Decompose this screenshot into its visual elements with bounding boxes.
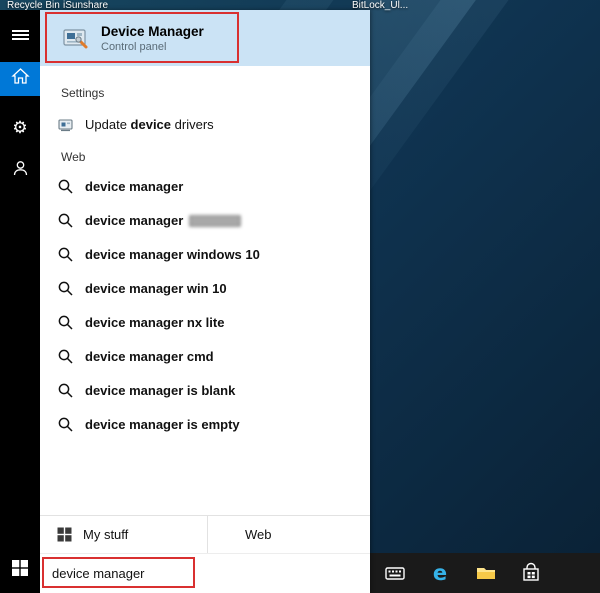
windows-logo-icon (11, 559, 29, 582)
person-icon (11, 159, 30, 183)
windows-store-icon[interactable] (519, 561, 543, 585)
sidebar-item-home[interactable] (0, 62, 40, 96)
settings-result-update-drivers[interactable]: Update device drivers (40, 108, 370, 140)
web-section-header: Web (61, 150, 85, 164)
search-icon (57, 314, 74, 331)
hamburger-menu-button[interactable] (0, 18, 40, 52)
search-icon (57, 348, 74, 365)
search-box (40, 553, 370, 593)
edge-browser-icon[interactable]: e (428, 561, 452, 585)
search-results-panel: Device Manager Control panel Settings Up… (40, 10, 370, 593)
start-button[interactable] (0, 553, 40, 587)
web-suggestion[interactable]: device manager (40, 170, 370, 202)
search-icon (57, 246, 74, 263)
sidebar-item-settings[interactable]: ⚙ (0, 110, 40, 144)
best-match-result[interactable]: Device Manager Control panel (40, 10, 370, 66)
windows-logo-icon (57, 527, 72, 542)
web-suggestion[interactable]: device manager cmd (40, 340, 370, 372)
search-scope-bar: My stuff Web (40, 515, 370, 553)
web-suggestion[interactable]: device manager windows 10 (40, 238, 370, 270)
web-suggestion[interactable]: device manager is empty (40, 408, 370, 440)
driver-update-icon (57, 116, 74, 133)
start-menu-sidebar: ⚙ (0, 10, 40, 593)
web-suggestion[interactable]: device manager win 10 (40, 272, 370, 304)
search-icon (57, 178, 74, 195)
my-stuff-button[interactable]: My stuff (40, 516, 207, 553)
web-suggestion[interactable]: device manager (40, 204, 370, 236)
settings-section-header: Settings (61, 86, 104, 100)
best-match-subtitle: Control panel (101, 41, 204, 53)
web-scope-button[interactable]: Web (207, 516, 370, 553)
web-suggestion[interactable]: device manager is blank (40, 374, 370, 406)
search-icon (57, 382, 74, 399)
touch-keyboard-icon[interactable] (383, 561, 407, 585)
gear-icon: ⚙ (12, 119, 27, 136)
search-input[interactable] (52, 566, 332, 581)
sidebar-item-accounts[interactable] (0, 154, 40, 188)
web-suggestion[interactable]: device manager nx lite (40, 306, 370, 338)
search-icon (57, 280, 74, 297)
search-icon (57, 212, 74, 229)
device-manager-icon (62, 25, 89, 52)
windows-desktop: Recycle Bin iSunshare BitLock_Ul... e ⚙ (0, 0, 600, 593)
file-explorer-icon[interactable] (474, 561, 498, 585)
home-icon (11, 67, 30, 91)
redacted-text (189, 215, 241, 227)
search-icon (57, 416, 74, 433)
best-match-title: Device Manager (101, 24, 204, 39)
